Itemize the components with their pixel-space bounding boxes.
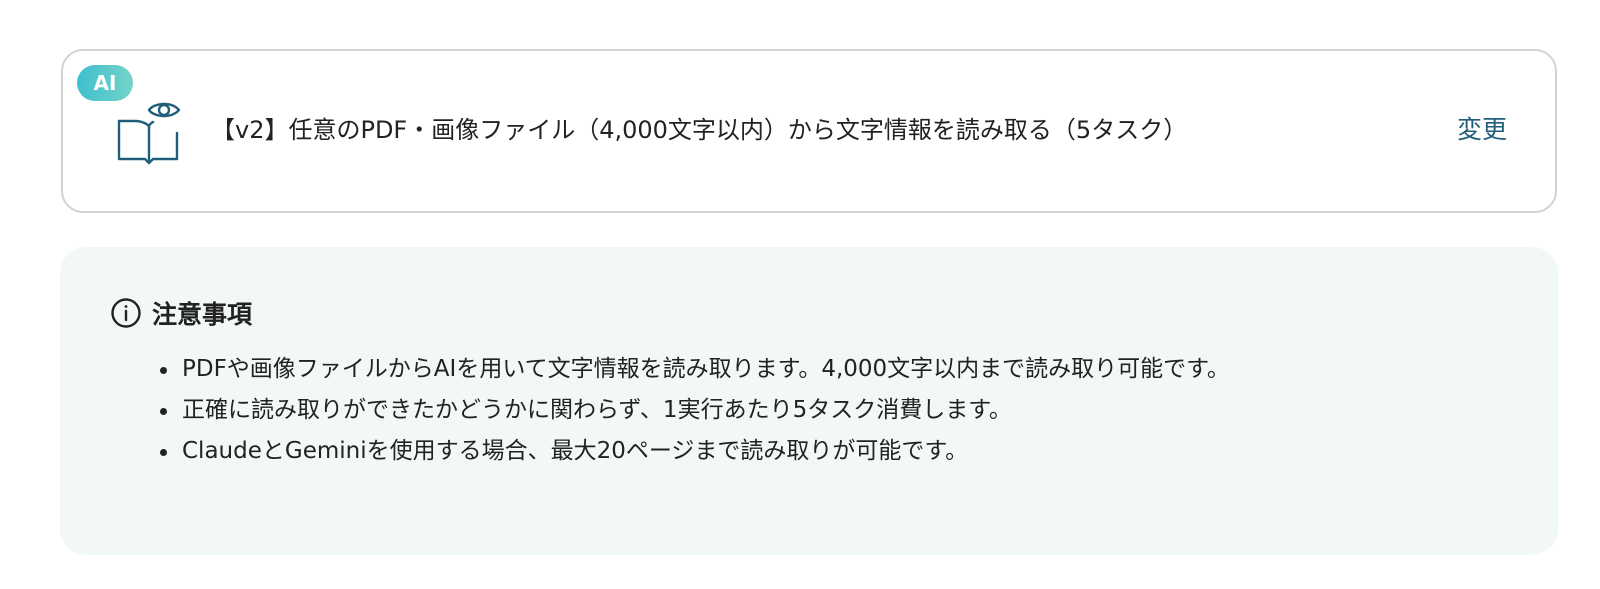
change-button[interactable]: 変更 [1457,111,1507,149]
info-icon [111,298,141,328]
book-eye-icon [117,102,181,165]
notice-title: 注意事項 [152,300,253,329]
list-item: 正確に読み取りができたかどうかに関わらず、1実行あたり5タスク消費します。 [156,390,1230,431]
list-item: PDFや画像ファイルからAIを用いて文字情報を読み取ります。4,000文字以内ま… [156,349,1230,390]
action-title: 【v2】任意のPDF・画像ファイル（4,000文字以内）から文字情報を読み取る（… [211,116,1188,144]
notice-list: PDFや画像ファイルからAIを用いて文字情報を読み取ります。4,000文字以内ま… [156,349,1230,472]
notice-box: 注意事項 PDFや画像ファイルからAIを用いて文字情報を読み取ります。4,000… [60,247,1558,555]
action-card: AI 【v2】任意のPDF・画像ファイル（4,000文字以内）から文字情報を読み… [61,49,1557,213]
list-item: ClaudeとGeminiを使用する場合、最大20ページまで読み取りが可能です。 [156,431,1230,472]
notice-header: 注意事項 [110,295,252,331]
ai-badge: AI [77,65,133,101]
